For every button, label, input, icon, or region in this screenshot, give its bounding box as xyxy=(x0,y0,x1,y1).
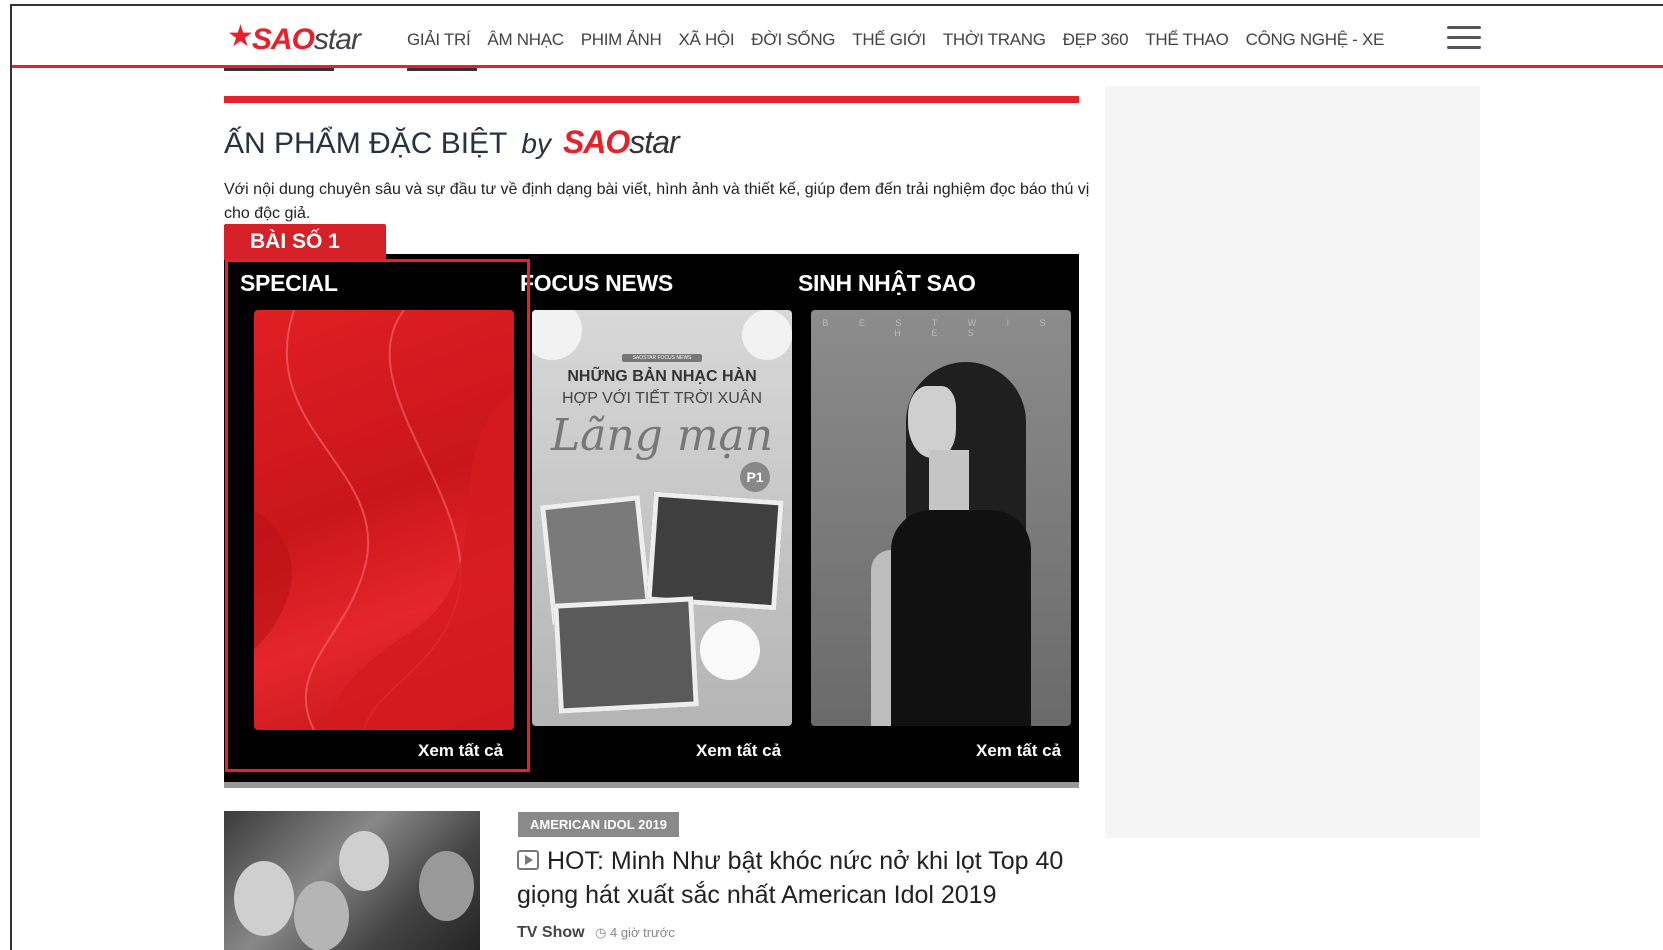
section-divider xyxy=(224,96,1079,103)
birthday-card-caption: B E S T W I S H E S xyxy=(822,318,1060,338)
focus-news-label: SAOSTAR FOCUS NEWS xyxy=(622,354,702,362)
sidebar-ad-placeholder xyxy=(1105,86,1480,838)
nav-item-phim-anh[interactable]: PHIM ẢNH xyxy=(581,30,662,50)
article-time: ◷ 4 giờ trước xyxy=(595,925,675,940)
nav-item-xa-hoi[interactable]: XÃ HỘI xyxy=(678,30,734,50)
section-description: Với nội dung chuyên sâu và sự đầu tư về … xyxy=(224,181,1090,222)
section-title-text: ẤN PHẨM ĐẶC BIỆT xyxy=(224,127,508,160)
main-nav: GIẢI TRÍ ÂM NHẠC PHIM ẢNH XÃ HỘI ĐỜI SỐN… xyxy=(407,30,1401,50)
see-all-link-focus-news[interactable]: Xem tất cả xyxy=(696,741,781,761)
flower-decoration xyxy=(700,620,760,680)
portrait-graphic xyxy=(891,510,1031,726)
hamburger-menu-icon[interactable] xyxy=(1447,26,1481,52)
section-brand-sao: SAO xyxy=(562,124,630,160)
scrolled-content-remnant xyxy=(407,68,477,71)
article-thumbnail[interactable] xyxy=(224,811,480,950)
nav-item-dep-360[interactable]: ĐẸP 360 xyxy=(1063,30,1129,50)
site-header: ★ SAO star GIẢI TRÍ ÂM NHẠC PHIM ẢNH XÃ … xyxy=(12,6,1663,68)
nav-item-thoi-trang[interactable]: THỜI TRANG xyxy=(943,30,1046,50)
scrolled-content-remnant xyxy=(224,68,334,71)
star-icon: ★ xyxy=(227,20,254,53)
focus-news-headline-1: NHỮNG BẢN NHẠC HÀN xyxy=(567,368,757,385)
article-meta: TV Show ◷ 4 giờ trước xyxy=(517,924,675,942)
focus-news-script-title: Lãng mạn xyxy=(550,410,774,461)
flower-decoration xyxy=(532,310,582,360)
site-logo[interactable]: ★ SAO star xyxy=(227,18,361,58)
photo xyxy=(553,596,699,714)
section-brand-star: star xyxy=(629,124,679,160)
logo-star-text: star xyxy=(313,23,361,56)
thumbnail-face xyxy=(419,851,474,921)
nav-item-giai-tri[interactable]: GIẢI TRÍ xyxy=(407,30,471,50)
portrait-graphic xyxy=(908,386,956,458)
column-title-focus-news[interactable]: FOCUS NEWS xyxy=(520,270,673,297)
browser-viewport: ★ SAO star GIẢI TRÍ ÂM NHẠC PHIM ẢNH XÃ … xyxy=(10,4,1663,950)
column-title-sinh-nhat-sao[interactable]: SINH NHẬT SAO xyxy=(798,270,976,297)
section-title: ẤN PHẨM ĐẶC BIỆT by SAO star xyxy=(224,124,680,161)
focus-news-headline-2: HỢP VỚI TIẾT TRỜI XUÂN xyxy=(561,390,762,407)
nav-item-cong-nghe-xe[interactable]: CÔNG NGHỆ - XE xyxy=(1246,30,1385,50)
article-category-tag[interactable]: AMERICAN IDOL 2019 xyxy=(518,812,680,837)
article-title-text: HOT: Minh Như bật khóc nức nở khi lọt To… xyxy=(517,847,1064,909)
thumbnail-face xyxy=(339,831,389,891)
portrait-graphic xyxy=(929,450,969,510)
showcase-shadow xyxy=(224,782,1079,788)
logo-sao-text: SAO xyxy=(251,23,315,56)
section-title-by: by xyxy=(521,128,551,159)
see-all-link-special[interactable]: Xem tất cả xyxy=(418,741,503,761)
column-title-special[interactable]: SPECIAL xyxy=(240,270,338,297)
article-time-text: 4 giờ trước xyxy=(609,925,675,940)
focus-news-card[interactable]: SAOSTAR FOCUS NEWS NHỮNG BẢN NHẠC HÀN HỢ… xyxy=(532,310,792,726)
see-all-link-sinh-nhat-sao[interactable]: Xem tất cả xyxy=(976,741,1061,761)
part-badge: P1 xyxy=(740,462,770,492)
article-source[interactable]: TV Show xyxy=(517,924,585,941)
flower-decoration xyxy=(742,310,792,360)
birthday-card[interactable]: B E S T W I S H E S xyxy=(811,310,1071,726)
abstract-wave-graphic xyxy=(254,310,514,730)
article-title[interactable]: HOT: Minh Như bật khóc nức nở khi lọt To… xyxy=(517,844,1097,912)
nav-item-the-thao[interactable]: THỂ THAO xyxy=(1145,30,1229,50)
video-play-icon xyxy=(517,850,539,870)
nav-item-am-nhac[interactable]: ÂM NHẠC xyxy=(487,30,564,50)
issue-tag: BÀI SỐ 1 xyxy=(224,224,386,260)
thumbnail-face xyxy=(294,881,349,950)
special-card[interactable] xyxy=(254,310,514,730)
nav-item-the-gioi[interactable]: THẾ GIỚI xyxy=(852,30,926,50)
nav-item-doi-song[interactable]: ĐỜI SỐNG xyxy=(751,30,835,50)
photo xyxy=(646,491,784,611)
thumbnail-face xyxy=(234,861,294,936)
